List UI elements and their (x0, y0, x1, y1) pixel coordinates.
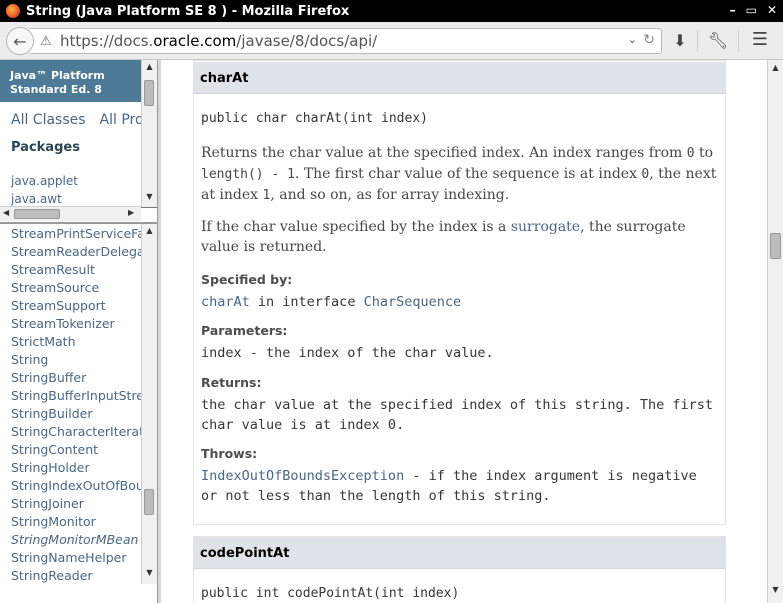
parameters-label: Parameters: (201, 323, 288, 338)
firefox-logo-icon (6, 4, 20, 18)
surrogate-link[interactable]: surrogate (511, 219, 580, 235)
packages-vertical-scrollbar[interactable]: ▲ ▼ (141, 60, 157, 207)
class-link[interactable]: StringCharacterIterat (11, 424, 144, 439)
method-description-surrogate: If the char value specified by the index… (201, 219, 686, 255)
scroll-up-icon[interactable]: ▲ (768, 63, 783, 72)
window-titlebar: String (Java Platform SE 8 ) - Mozilla F… (0, 0, 783, 22)
platform-brand: Java™ Platform Standard Ed. 8 (0, 60, 141, 102)
window-controls: – ▭ ✕ (730, 3, 777, 17)
page-content: Java™ Platform Standard Ed. 8 All Classe… (0, 60, 783, 603)
packages-horizontal-scrollbar[interactable]: ◀ ▶ (0, 206, 141, 221)
class-link[interactable]: StreamReaderDelegat (11, 244, 149, 259)
method-description: Returns the char value at the specified … (201, 145, 717, 203)
back-button[interactable]: ← (6, 27, 34, 55)
navigation-toolbar: ⚠ https://docs.oracle.com/javase/8/docs/… (0, 22, 783, 60)
class-link[interactable]: StreamTokenizer (11, 316, 115, 331)
returns-label: Returns: (201, 375, 262, 390)
packages-frame: Java™ Platform Standard Ed. 8 All Classe… (0, 60, 157, 208)
class-link[interactable]: StringBuffer (11, 370, 86, 385)
download-icon[interactable]: ⬇ (670, 31, 690, 50)
close-button[interactable]: ✕ (767, 3, 777, 17)
class-link[interactable]: StringBuilder (11, 406, 93, 421)
info-icon[interactable]: ⚠ (40, 34, 60, 49)
page-vertical-scrollbar[interactable]: ▲ ▼ (767, 60, 783, 603)
specified-by-value: charAt in interface CharSequence (201, 294, 462, 310)
all-profiles-link[interactable]: All Pro (100, 112, 144, 128)
brand-line-1: Java™ Platform (10, 69, 105, 82)
scroll-down-icon[interactable]: ▼ (142, 568, 157, 577)
scrollbar-thumb[interactable] (14, 209, 60, 219)
reload-icon[interactable]: ↻ (643, 32, 655, 48)
toolbar-separator (738, 30, 739, 52)
throws-value: IndexOutOfBoundsException - if the index… (201, 468, 697, 504)
package-link[interactable]: java.applet (11, 174, 78, 188)
class-link[interactable]: StringMonitor (11, 514, 96, 529)
window-title: String (Java Platform SE 8 ) - Mozilla F… (26, 3, 350, 19)
url-text[interactable]: https://docs.oracle.com/javase/8/docs/ap… (60, 32, 377, 50)
class-link[interactable]: StringNameHelper (11, 550, 127, 565)
left-frames: Java™ Platform Standard Ed. 8 All Classe… (0, 60, 158, 603)
wrench-icon[interactable]: 🔧︎ (708, 31, 728, 50)
class-detail-frame: charAt public char charAt(int index) Ret… (161, 60, 767, 603)
exception-link[interactable]: IndexOutOfBoundsException (201, 468, 404, 484)
class-link[interactable]: StringReader (11, 568, 93, 583)
class-link[interactable]: StringBufferInputStre (11, 388, 144, 403)
scroll-right-icon[interactable]: ▶ (128, 208, 134, 217)
url-bar[interactable]: ⚠ https://docs.oracle.com/javase/8/docs/… (30, 28, 662, 54)
class-link[interactable]: StringMonitorMBean (11, 532, 138, 547)
method-heading: codePointAt (193, 537, 726, 569)
scrollbar-thumb[interactable] (770, 233, 781, 259)
method-signature: public char charAt(int index) (201, 111, 428, 126)
scroll-down-icon[interactable]: ▼ (768, 585, 783, 594)
class-link[interactable]: StringIndexOutOfBou (11, 478, 144, 493)
method-heading: charAt (193, 62, 726, 94)
specified-by-label: Specified by: (201, 272, 293, 287)
scrollbar-thumb[interactable] (144, 489, 154, 515)
class-link[interactable]: StreamPrintServiceFa (11, 226, 145, 241)
charsequence-link[interactable]: CharSequence (364, 294, 462, 310)
class-link[interactable]: StreamSource (11, 280, 99, 295)
throws-label: Throws: (201, 446, 258, 461)
frame-nav-links: All Classes All Pro (11, 112, 157, 128)
charat-link[interactable]: charAt (201, 294, 250, 310)
class-link[interactable]: StreamSupport (11, 298, 106, 313)
class-link[interactable]: StringHolder (11, 460, 90, 475)
toolbar-separator (697, 30, 698, 52)
class-link[interactable]: StreamResult (11, 262, 95, 277)
classes-frame: StreamPrintServiceFa StreamReaderDelegat S… (0, 224, 157, 603)
scroll-up-icon[interactable]: ▲ (142, 226, 157, 235)
back-icon: ← (13, 31, 27, 51)
method-signature: public int codePointAt(int index) (201, 586, 460, 601)
scrollbar-thumb[interactable] (144, 80, 154, 106)
menu-icon[interactable]: ☰ (750, 29, 770, 50)
minimize-button[interactable]: – (730, 3, 736, 17)
scroll-up-icon[interactable]: ▲ (142, 62, 157, 71)
dropdown-icon[interactable]: ⌄ (628, 33, 637, 46)
brand-line-2: Standard Ed. 8 (10, 83, 102, 96)
returns-value: the char value at the specified index of… (201, 397, 714, 433)
class-link[interactable]: StrictMath (11, 334, 76, 349)
class-link[interactable]: String (11, 352, 48, 367)
scroll-down-icon[interactable]: ▼ (142, 192, 157, 201)
class-link[interactable]: StringContent (11, 442, 98, 457)
scroll-left-icon[interactable]: ◀ (3, 208, 9, 217)
maximize-button[interactable]: ▭ (746, 3, 757, 17)
parameters-value: index - the index of the char value. (201, 345, 494, 361)
class-link[interactable]: StringJoiner (11, 496, 84, 511)
package-link[interactable]: java.awt (11, 192, 62, 206)
classes-vertical-scrollbar[interactable]: ▲ ▼ (141, 224, 157, 584)
packages-heading: Packages (11, 140, 80, 155)
all-classes-link[interactable]: All Classes (11, 112, 86, 128)
